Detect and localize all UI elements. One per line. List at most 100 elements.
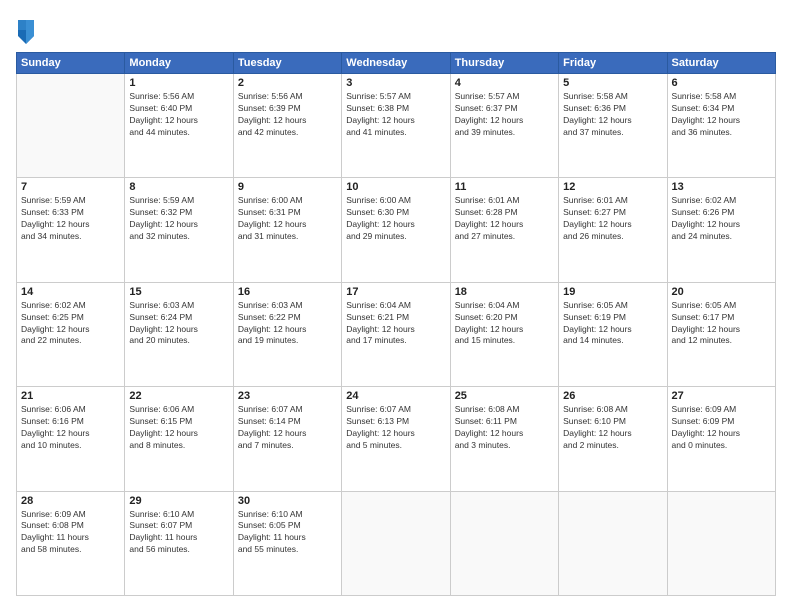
calendar-cell [450,491,558,595]
calendar-cell: 17Sunrise: 6:04 AM Sunset: 6:21 PM Dayli… [342,282,450,386]
calendar-cell [667,491,775,595]
calendar-cell: 26 Sunrise: 6:08 AM Sunset: 6:10 PM Dayli… [559,387,667,491]
day-info: Sunrise: 6:00 AM Sunset: 6:31 PM Dayligh… [238,195,337,243]
weekday-header-saturday: Saturday [667,53,775,74]
calendar-cell: 6Sunrise: 5:58 AM Sunset: 6:34 PM Daylig… [667,74,775,178]
day-number: 8 [129,181,228,193]
day-info: Sunrise: 6:09 AM Sunset: 6:09 PM Dayligh… [672,404,771,452]
day-info: Sunrise: 6:01 AM Sunset: 6:28 PM Dayligh… [455,195,554,243]
header [16,16,776,44]
calendar-cell [17,74,125,178]
day-info: Sunrise: 6:10 AM Sunset: 6:05 PM Dayligh… [238,509,337,557]
calendar-cell: 29 Sunrise: 6:10 AM Sunset: 6:07 PM Dayli… [125,491,233,595]
day-info: Sunrise: 6:10 AM Sunset: 6:07 PM Dayligh… [129,509,228,557]
day-number: 27 [672,390,771,402]
day-info: Sunrise: 6:06 AM Sunset: 6:16 PM Dayligh… [21,404,120,452]
calendar-cell: 7 Sunrise: 5:59 AM Sunset: 6:33 PM Daylig… [17,178,125,282]
weekday-header-sunday: Sunday [17,53,125,74]
calendar-cell: 20Sunrise: 6:05 AM Sunset: 6:17 PM Dayli… [667,282,775,386]
day-number: 21 [21,390,120,402]
day-info: Sunrise: 6:02 AM Sunset: 6:26 PM Dayligh… [672,195,771,243]
day-number: 24 [346,390,445,402]
day-info: Sunrise: 6:08 AM Sunset: 6:10 PM Dayligh… [563,404,662,452]
day-info: Sunrise: 5:57 AM Sunset: 6:37 PM Dayligh… [455,91,554,139]
calendar-cell: 8 Sunrise: 5:59 AM Sunset: 6:32 PM Daylig… [125,178,233,282]
day-number: 22 [129,390,228,402]
day-info: Sunrise: 6:03 AM Sunset: 6:22 PM Dayligh… [238,300,337,348]
day-number: 14 [21,286,120,298]
page: SundayMondayTuesdayWednesdayThursdayFrid… [0,0,792,612]
day-number: 7 [21,181,120,193]
calendar-cell: 23Sunrise: 6:07 AM Sunset: 6:14 PM Dayli… [233,387,341,491]
day-number: 29 [129,495,228,507]
calendar-cell: 12Sunrise: 6:01 AM Sunset: 6:27 PM Dayli… [559,178,667,282]
day-number: 2 [238,77,337,89]
calendar-week-row: 1 Sunrise: 5:56 AM Sunset: 6:40 PM Daylig… [17,74,776,178]
day-info: Sunrise: 6:00 AM Sunset: 6:30 PM Dayligh… [346,195,445,243]
day-number: 10 [346,181,445,193]
day-number: 25 [455,390,554,402]
day-number: 12 [563,181,662,193]
calendar-cell: 25 Sunrise: 6:08 AM Sunset: 6:11 PM Dayli… [450,387,558,491]
day-number: 1 [129,77,228,89]
day-number: 26 [563,390,662,402]
calendar-cell: 10 Sunrise: 6:00 AM Sunset: 6:30 PM Dayli… [342,178,450,282]
day-number: 18 [455,286,554,298]
day-info: Sunrise: 6:08 AM Sunset: 6:11 PM Dayligh… [455,404,554,452]
day-number: 13 [672,181,771,193]
day-info: Sunrise: 5:56 AM Sunset: 6:39 PM Dayligh… [238,91,337,139]
calendar-cell: 27 Sunrise: 6:09 AM Sunset: 6:09 PM Dayli… [667,387,775,491]
day-number: 16 [238,286,337,298]
calendar-cell [342,491,450,595]
day-info: Sunrise: 6:07 AM Sunset: 6:14 PM Dayligh… [238,404,337,452]
day-number: 15 [129,286,228,298]
calendar-week-row: 7 Sunrise: 5:59 AM Sunset: 6:33 PM Daylig… [17,178,776,282]
day-info: Sunrise: 5:59 AM Sunset: 6:33 PM Dayligh… [21,195,120,243]
day-number: 5 [563,77,662,89]
calendar-cell: 30 Sunrise: 6:10 AM Sunset: 6:05 PM Dayli… [233,491,341,595]
day-number: 4 [455,77,554,89]
weekday-header-thursday: Thursday [450,53,558,74]
day-info: Sunrise: 5:56 AM Sunset: 6:40 PM Dayligh… [129,91,228,139]
calendar-cell: 11 Sunrise: 6:01 AM Sunset: 6:28 PM Dayli… [450,178,558,282]
day-number: 28 [21,495,120,507]
day-number: 3 [346,77,445,89]
calendar-cell: 3 Sunrise: 5:57 AM Sunset: 6:38 PM Daylig… [342,74,450,178]
day-info: Sunrise: 6:04 AM Sunset: 6:21 PM Dayligh… [346,300,445,348]
calendar-cell: 5 Sunrise: 5:58 AM Sunset: 6:36 PM Daylig… [559,74,667,178]
day-info: Sunrise: 6:04 AM Sunset: 6:20 PM Dayligh… [455,300,554,348]
day-number: 19 [563,286,662,298]
day-number: 20 [672,286,771,298]
calendar-cell: 14 Sunrise: 6:02 AM Sunset: 6:25 PM Dayli… [17,282,125,386]
day-info: Sunrise: 6:02 AM Sunset: 6:25 PM Dayligh… [21,300,120,348]
calendar-week-row: 21 Sunrise: 6:06 AM Sunset: 6:16 PM Dayli… [17,387,776,491]
calendar-cell: 22Sunrise: 6:06 AM Sunset: 6:15 PM Dayli… [125,387,233,491]
calendar-cell: 15 Sunrise: 6:03 AM Sunset: 6:24 PM Dayli… [125,282,233,386]
weekday-header-tuesday: Tuesday [233,53,341,74]
day-number: 9 [238,181,337,193]
calendar-cell: 16 Sunrise: 6:03 AM Sunset: 6:22 PM Dayli… [233,282,341,386]
calendar-table: SundayMondayTuesdayWednesdayThursdayFrid… [16,52,776,596]
day-info: Sunrise: 6:07 AM Sunset: 6:13 PM Dayligh… [346,404,445,452]
calendar-week-row: 28 Sunrise: 6:09 AM Sunset: 6:08 PM Dayli… [17,491,776,595]
calendar-cell: 21 Sunrise: 6:06 AM Sunset: 6:16 PM Dayli… [17,387,125,491]
day-info: Sunrise: 6:05 AM Sunset: 6:19 PM Dayligh… [563,300,662,348]
day-info: Sunrise: 6:09 AM Sunset: 6:08 PM Dayligh… [21,509,120,557]
calendar-cell: 9 Sunrise: 6:00 AM Sunset: 6:31 PM Daylig… [233,178,341,282]
weekday-header-wednesday: Wednesday [342,53,450,74]
calendar-cell: 4 Sunrise: 5:57 AM Sunset: 6:37 PM Daylig… [450,74,558,178]
day-info: Sunrise: 6:03 AM Sunset: 6:24 PM Dayligh… [129,300,228,348]
weekday-header-friday: Friday [559,53,667,74]
logo-icon [16,16,36,44]
calendar-cell: 28 Sunrise: 6:09 AM Sunset: 6:08 PM Dayli… [17,491,125,595]
weekday-header-monday: Monday [125,53,233,74]
day-info: Sunrise: 5:59 AM Sunset: 6:32 PM Dayligh… [129,195,228,243]
calendar-cell: 13 Sunrise: 6:02 AM Sunset: 6:26 PM Dayli… [667,178,775,282]
day-info: Sunrise: 5:57 AM Sunset: 6:38 PM Dayligh… [346,91,445,139]
day-info: Sunrise: 5:58 AM Sunset: 6:36 PM Dayligh… [563,91,662,139]
calendar-week-row: 14 Sunrise: 6:02 AM Sunset: 6:25 PM Dayli… [17,282,776,386]
day-number: 30 [238,495,337,507]
day-number: 11 [455,181,554,193]
weekday-header-row: SundayMondayTuesdayWednesdayThursdayFrid… [17,53,776,74]
calendar-cell: 18 Sunrise: 6:04 AM Sunset: 6:20 PM Dayli… [450,282,558,386]
